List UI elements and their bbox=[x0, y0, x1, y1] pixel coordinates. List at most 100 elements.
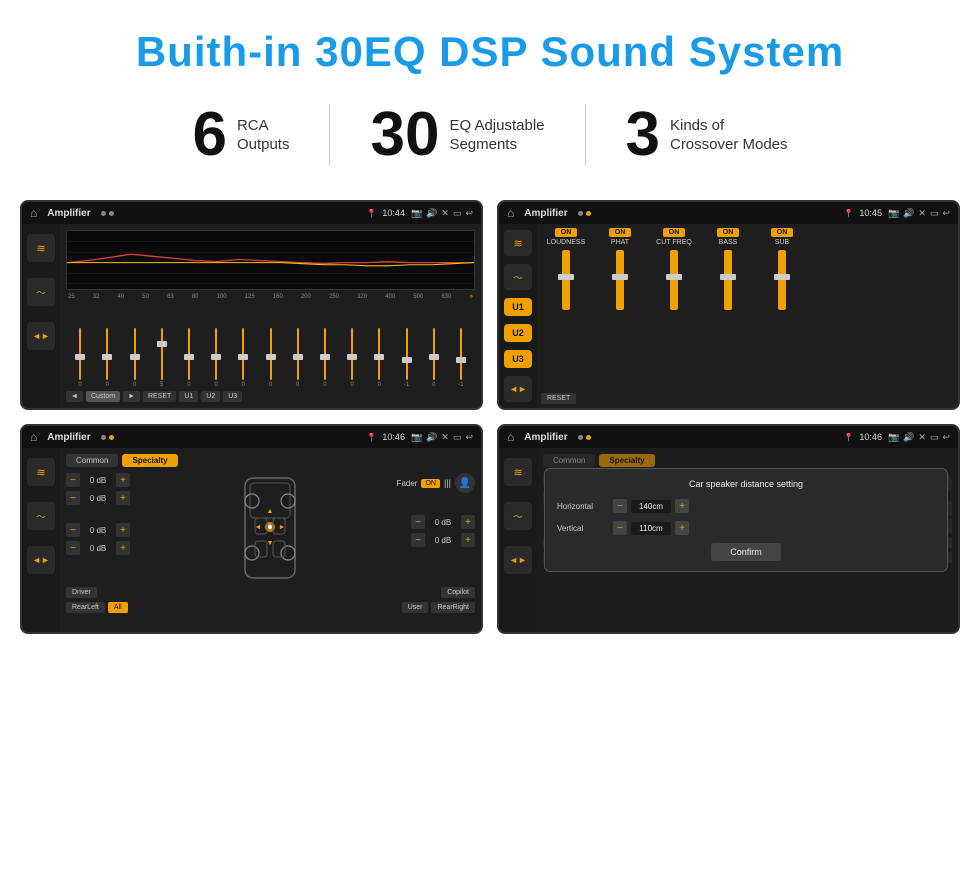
eq-side-btn-3[interactable]: ◄► bbox=[27, 322, 55, 350]
dist-side-btn-1[interactable]: ≋ bbox=[504, 458, 532, 486]
cross-ctrl-sub[interactable]: ONSUB bbox=[757, 228, 807, 310]
eq-slider-13[interactable]: 0 bbox=[422, 328, 446, 388]
fader-plus-r1[interactable]: + bbox=[461, 515, 475, 529]
fader-db-row-r1: − 0 dB + bbox=[411, 515, 475, 529]
eq-btn-u2[interactable]: U2 bbox=[201, 391, 220, 402]
eq-slider-12[interactable]: -1 bbox=[394, 328, 418, 388]
eq-slider-10[interactable]: 0 bbox=[340, 328, 364, 388]
vertical-plus-btn[interactable]: + bbox=[675, 521, 689, 535]
fader-btn-user[interactable]: User bbox=[402, 602, 429, 613]
fader-btn-copilot[interactable]: Copilot bbox=[441, 587, 475, 598]
fader-plus-3[interactable]: + bbox=[116, 523, 130, 537]
stat-num-eq: 30 bbox=[370, 104, 439, 166]
pin-icon-2: 📍 bbox=[843, 209, 853, 218]
stat-num-rca: 6 bbox=[192, 104, 226, 166]
eq-slider-2[interactable]: 0 bbox=[122, 328, 146, 388]
cross-side-btn-2[interactable]: 〜 bbox=[504, 264, 532, 290]
dist-sidebar: ≋ 〜 ◄► bbox=[499, 448, 537, 632]
fader-minus-2[interactable]: − bbox=[66, 491, 80, 505]
home-icon-2[interactable]: ⌂ bbox=[507, 206, 514, 220]
horizontal-minus-btn[interactable]: − bbox=[613, 499, 627, 513]
time-3: 10:46 bbox=[382, 432, 405, 442]
eq-slider-6[interactable]: 0 bbox=[231, 328, 255, 388]
camera-icon-4: 📷 bbox=[888, 432, 899, 443]
fader-plus-r2[interactable]: + bbox=[461, 533, 475, 547]
x-icon-3: ✕ bbox=[441, 432, 449, 443]
cross-side-btn-1[interactable]: ≋ bbox=[504, 230, 532, 256]
cross-u-btn-u1[interactable]: U1 bbox=[504, 298, 532, 316]
fader-plus-1[interactable]: + bbox=[116, 473, 130, 487]
fader-tab-common[interactable]: Common bbox=[66, 454, 118, 467]
cross-ctrl-phat[interactable]: ONPHAT bbox=[595, 228, 645, 310]
fader-bottom-btns-2: RearLeft All User RearRight bbox=[66, 602, 475, 613]
eq-side-btn-1[interactable]: ≋ bbox=[27, 234, 55, 262]
eq-slider-0[interactable]: 0 bbox=[68, 328, 92, 388]
eq-slider-5[interactable]: 0 bbox=[204, 328, 228, 388]
fader-side-btn-2[interactable]: 〜 bbox=[27, 502, 55, 530]
stats-row: 6 RCA Outputs 30 EQ Adjustable Segments … bbox=[0, 94, 980, 190]
pin-icon-3: 📍 bbox=[366, 433, 376, 442]
fader-btn-all[interactable]: All bbox=[108, 602, 128, 613]
fader-side-btn-3[interactable]: ◄► bbox=[27, 546, 55, 574]
eq-btn-u3[interactable]: U3 bbox=[223, 391, 242, 402]
cross-ctrl-loudness[interactable]: ONLOUDNESS bbox=[541, 228, 591, 310]
eq-slider-7[interactable]: 0 bbox=[258, 328, 282, 388]
fader-btn-rearleft[interactable]: RearLeft bbox=[66, 602, 105, 613]
fader-val-r1: 0 dB bbox=[428, 518, 458, 527]
eq-slider-8[interactable]: 0 bbox=[286, 328, 310, 388]
fader-minus-r2[interactable]: − bbox=[411, 533, 425, 547]
vertical-minus-btn[interactable]: − bbox=[613, 521, 627, 535]
time-4: 10:46 bbox=[859, 432, 882, 442]
rect-icon-2: ▭ bbox=[930, 208, 939, 219]
fader-minus-r1[interactable]: − bbox=[411, 515, 425, 529]
home-icon-3[interactable]: ⌂ bbox=[30, 430, 37, 444]
dist-side-btn-3[interactable]: ◄► bbox=[504, 546, 532, 574]
eq-btn-next[interactable]: ► bbox=[123, 391, 140, 402]
fader-btn-rearright[interactable]: RearRight bbox=[431, 602, 475, 613]
fader-plus-2[interactable]: + bbox=[116, 491, 130, 505]
app-title-2: Amplifier bbox=[524, 208, 567, 219]
fader-minus-3[interactable]: − bbox=[66, 523, 80, 537]
fader-plus-4[interactable]: + bbox=[116, 541, 130, 555]
fader-minus-1[interactable]: − bbox=[66, 473, 80, 487]
stat-item-crossover: 3 Kinds of Crossover Modes bbox=[586, 104, 828, 166]
cross-ctrl-bass[interactable]: ONBASS bbox=[703, 228, 753, 310]
dist-side-btn-2[interactable]: 〜 bbox=[504, 502, 532, 530]
eq-slider-4[interactable]: 0 bbox=[177, 328, 201, 388]
fader-minus-4[interactable]: − bbox=[66, 541, 80, 555]
svg-text:◄: ◄ bbox=[255, 524, 262, 531]
fader-side-btn-1[interactable]: ≋ bbox=[27, 458, 55, 486]
stat-desc-crossover: Kinds of Crossover Modes bbox=[670, 116, 788, 155]
fader-val-r2: 0 dB bbox=[428, 536, 458, 545]
horizontal-plus-btn[interactable]: + bbox=[675, 499, 689, 513]
cross-u-btn-u2[interactable]: U2 bbox=[504, 324, 532, 342]
eq-slider-11[interactable]: 0 bbox=[367, 328, 391, 388]
eq-btn-prev[interactable]: ◄ bbox=[66, 391, 83, 402]
eq-slider-9[interactable]: 0 bbox=[313, 328, 337, 388]
svg-text:▼: ▼ bbox=[267, 540, 274, 547]
home-icon-4[interactable]: ⌂ bbox=[507, 430, 514, 444]
fader-tab-specialty[interactable]: Specialty bbox=[122, 454, 177, 467]
eq-slider-14[interactable]: -1 bbox=[449, 328, 473, 388]
home-icon-1[interactable]: ⌂ bbox=[30, 206, 37, 220]
fader-sidebar: ≋ 〜 ◄► bbox=[22, 448, 60, 632]
time-2: 10:45 bbox=[859, 208, 882, 218]
eq-side-btn-2[interactable]: 〜 bbox=[27, 278, 55, 306]
stat-desc-rca: RCA Outputs bbox=[237, 116, 290, 155]
eq-btn-u1[interactable]: U1 bbox=[179, 391, 198, 402]
eq-slider-3[interactable]: 5 bbox=[150, 328, 174, 388]
cross-reset-btn[interactable]: RESET bbox=[541, 393, 576, 404]
fader-person-icon[interactable]: 👤 bbox=[455, 473, 475, 493]
x-icon-4: ✕ bbox=[918, 432, 926, 443]
cross-u-btn-u3[interactable]: U3 bbox=[504, 350, 532, 368]
eq-btn-reset[interactable]: RESET bbox=[143, 391, 176, 402]
fader-val-3: 0 dB bbox=[83, 526, 113, 535]
eq-btn-custom[interactable]: Custom bbox=[86, 391, 120, 402]
cross-ctrl-cut-freq[interactable]: ONCUT FREQ bbox=[649, 228, 699, 310]
fader-btn-driver[interactable]: Driver bbox=[66, 587, 97, 598]
cross-side-btn-3[interactable]: ◄► bbox=[504, 376, 532, 402]
eq-slider-1[interactable]: 0 bbox=[95, 328, 119, 388]
camera-icon-3: 📷 bbox=[411, 432, 422, 443]
vol-icon-1: 🔊 bbox=[426, 208, 437, 219]
confirm-button[interactable]: Confirm bbox=[711, 543, 781, 561]
